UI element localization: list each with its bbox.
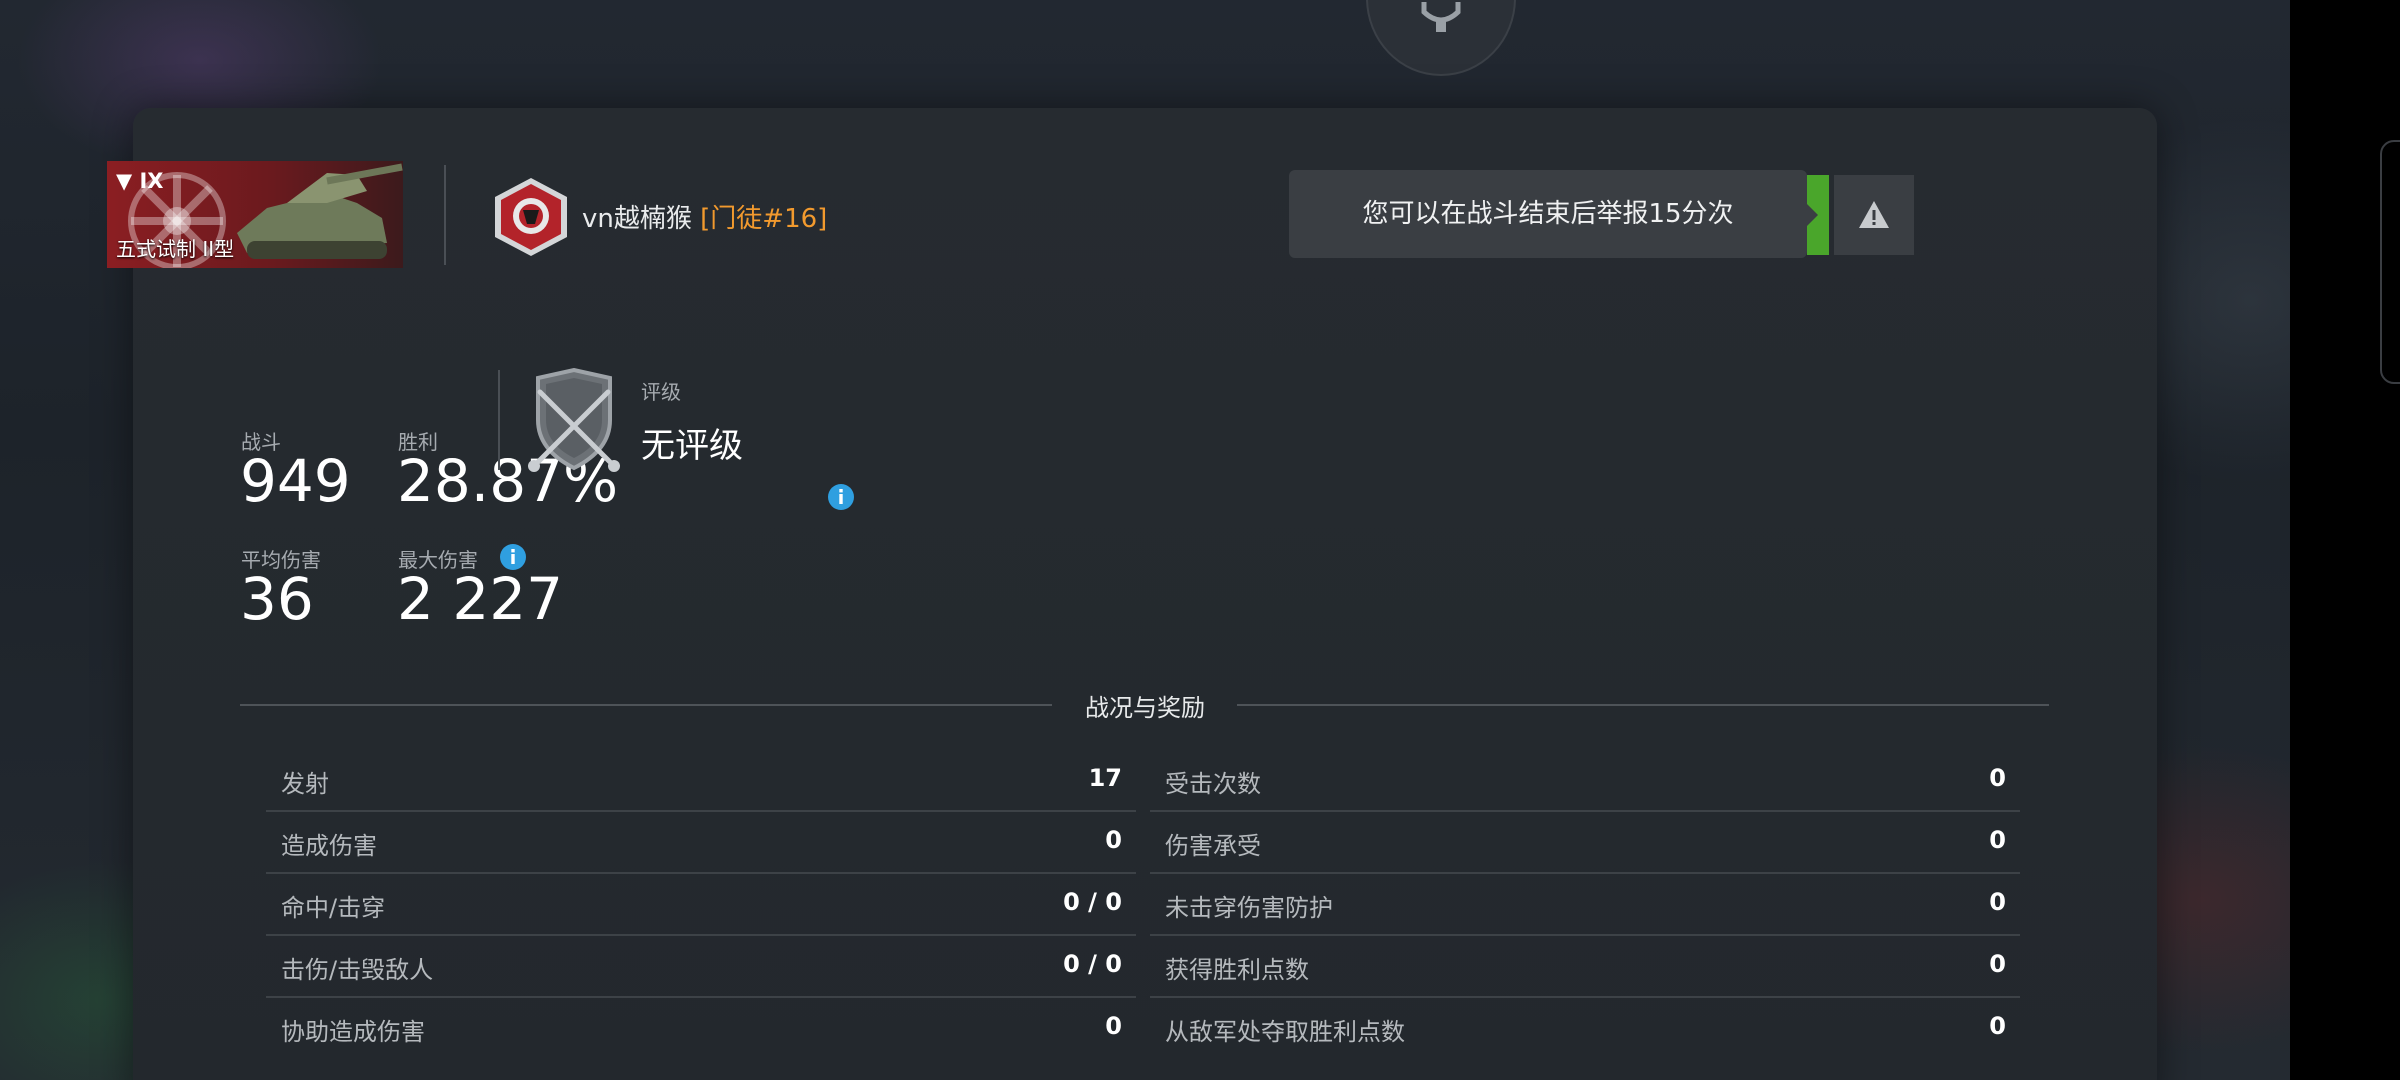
table-row: 获得胜利点数 0 [1150, 936, 2020, 998]
avg-damage-value: 36 [240, 565, 314, 633]
row-label: 协助造成伤害 [281, 1018, 425, 1046]
row-label: 获得胜利点数 [1165, 956, 1309, 984]
row-value: 0 / 0 [1063, 950, 1122, 978]
table-row: 伤害承受 0 [1150, 812, 2020, 874]
player-name[interactable]: vn越楠猴 [门徒#16] [582, 198, 827, 235]
row-value: 0 [1989, 888, 2006, 916]
row-value: 17 [1088, 764, 1122, 792]
row-value: 0 [1105, 1012, 1122, 1040]
battle-stats-left: 发射 17 造成伤害 0 命中/击穿 0 / 0 击伤/击毁敌人 0 / 0 协… [266, 750, 1136, 1058]
vehicle-name: 五式试制 II型 [116, 237, 235, 261]
vehicle-card: ▼ IX 五式试制 II型 [107, 161, 403, 268]
table-row: 发射 17 [266, 750, 1136, 812]
table-row: 从敌军处夺取胜利点数 0 [1150, 998, 2020, 1058]
tank-image [237, 163, 403, 259]
table-row: 未击穿伤害防护 0 [1150, 874, 2020, 936]
player-nickname: vn越楠猴 [582, 204, 692, 234]
report-tooltip: 您可以在战斗结束后举报15分次 [1289, 170, 1807, 258]
section-divider-right [1237, 704, 2049, 706]
row-label: 伤害承受 [1165, 832, 1261, 860]
row-value: 0 [1989, 764, 2006, 792]
table-row: 协助造成伤害 0 [266, 998, 1136, 1058]
max-damage-value: 2 227 [397, 565, 564, 633]
row-label: 从敌军处夺取胜利点数 [1165, 1018, 1405, 1046]
rating-shield-icon [528, 368, 620, 472]
header-divider [444, 165, 446, 265]
rating-value: 无评级 [641, 426, 743, 466]
player-clan-tag: [门徒#16] [700, 204, 828, 234]
side-handle[interactable] [2380, 140, 2400, 384]
section-divider-left [240, 704, 1052, 706]
row-label: 未击穿伤害防护 [1165, 894, 1333, 922]
row-value: 0 / 0 [1063, 888, 1122, 916]
warning-icon [1859, 201, 1889, 228]
battles-value: 949 [240, 447, 351, 515]
battle-stats-right: 受击次数 0 伤害承受 0 未击穿伤害防护 0 获得胜利点数 0 从敌军处夺取胜… [1150, 750, 2020, 1058]
row-label: 受击次数 [1165, 770, 1261, 798]
stats-divider [498, 370, 500, 470]
row-value: 0 [1989, 826, 2006, 854]
table-row: 受击次数 0 [1150, 750, 2020, 812]
vehicle-tier: ▼ IX [116, 169, 164, 193]
row-label: 击伤/击毁敌人 [281, 956, 434, 984]
row-label: 造成伤害 [281, 832, 377, 860]
table-row: 造成伤害 0 [266, 812, 1136, 874]
row-value: 0 [1989, 1012, 2006, 1040]
rating-label: 评级 [641, 380, 681, 404]
rating-info-icon[interactable] [828, 484, 854, 510]
report-tooltip-arrow [1806, 203, 1818, 227]
table-row: 命中/击穿 0 / 0 [266, 874, 1136, 936]
report-button[interactable] [1834, 175, 1914, 255]
row-value: 0 [1105, 826, 1122, 854]
row-label: 命中/击穿 [281, 894, 386, 922]
row-value: 0 [1989, 950, 2006, 978]
row-label: 发射 [281, 770, 329, 798]
helmet-icon [1421, 2, 1461, 32]
clan-badge-icon [495, 178, 567, 256]
table-row: 击伤/击毁敌人 0 / 0 [266, 936, 1136, 998]
